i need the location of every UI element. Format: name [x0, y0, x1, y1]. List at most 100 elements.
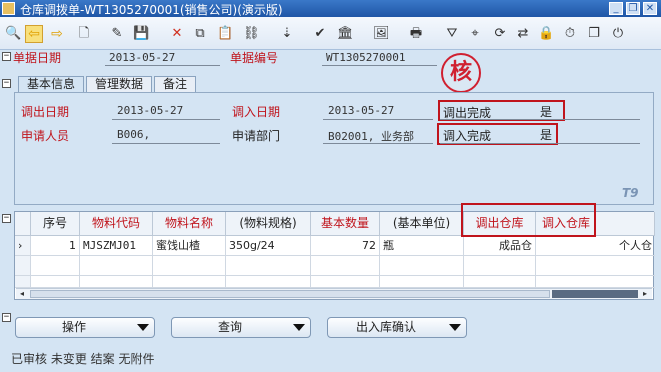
cell-in-warehouse[interactable]: 个人仓: [536, 236, 655, 256]
import-icon[interactable]: ⇣: [278, 25, 296, 43]
in-done-underline: [440, 143, 640, 144]
row-selector[interactable]: [15, 256, 31, 276]
in-date-field[interactable]: 2013-05-27: [328, 104, 394, 117]
empty-cell[interactable]: [464, 276, 536, 288]
dept-underline: [323, 143, 433, 144]
clock-icon[interactable]: ⏱: [561, 25, 579, 43]
stock-confirm-button[interactable]: 出入库确认: [327, 317, 467, 338]
paste-icon[interactable]: 📋: [216, 25, 234, 43]
empty-cell[interactable]: [226, 256, 311, 276]
tab-remarks[interactable]: 备注: [154, 76, 196, 93]
scroll-thumb[interactable]: [30, 290, 550, 298]
operate-button-label: 操作: [61, 320, 86, 334]
out-date-label: 调出日期: [21, 105, 70, 119]
brand-watermark: T9: [622, 186, 639, 200]
dept-field[interactable]: B02001, 业务部: [328, 128, 414, 144]
stock-confirm-button-label: 出入库确认: [355, 320, 416, 334]
empty-cell[interactable]: [226, 276, 311, 288]
applicant-field[interactable]: B006,: [117, 128, 150, 141]
minimize-button[interactable]: _: [609, 2, 623, 15]
empty-cell[interactable]: [536, 256, 655, 276]
delete-icon[interactable]: ✕: [168, 25, 186, 43]
empty-cell[interactable]: [311, 256, 380, 276]
grid-corner: [15, 212, 31, 236]
col-header-unit[interactable]: (基本单位): [380, 212, 464, 236]
save-icon[interactable]: 💾: [132, 25, 150, 43]
horizontal-scrollbar[interactable]: ◂ ▸: [16, 288, 652, 299]
refresh-icon[interactable]: ⟳: [491, 25, 509, 43]
tab-management-data[interactable]: 管理数据: [86, 76, 152, 93]
operate-button[interactable]: 操作: [15, 317, 155, 338]
empty-cell[interactable]: [380, 256, 464, 276]
applicant-underline: [112, 143, 220, 144]
audit-stamp: 核: [441, 53, 481, 93]
query-button[interactable]: 查询: [171, 317, 311, 338]
print-icon[interactable]: 🖶: [407, 25, 425, 43]
date-field[interactable]: 2013-05-27: [109, 51, 175, 64]
chevron-down-icon: [449, 324, 461, 331]
empty-cell[interactable]: [536, 276, 655, 288]
preview-icon[interactable]: 🔍: [4, 25, 22, 43]
header-collapse-toggle[interactable]: −: [2, 52, 11, 61]
scroll-right-icon[interactable]: ▸: [640, 290, 650, 298]
cell-seq[interactable]: 1: [31, 236, 80, 256]
out-done-underline: [440, 119, 640, 120]
empty-cell[interactable]: [311, 276, 380, 288]
col-header-spec[interactable]: (物料规格): [226, 212, 311, 236]
grid-collapse-toggle[interactable]: −: [2, 214, 11, 223]
cell-name[interactable]: 蜜饯山楂: [153, 236, 226, 256]
forward-arrow-icon[interactable]: ⇨: [48, 25, 66, 43]
back-arrow-icon[interactable]: ⇦: [25, 25, 43, 43]
row-selector[interactable]: [15, 276, 31, 288]
locate-icon[interactable]: ⌖: [466, 25, 484, 43]
number-field[interactable]: WT1305270001: [326, 51, 405, 64]
lock-icon[interactable]: 🔒: [537, 25, 555, 43]
link-icon[interactable]: ⛓: [242, 25, 260, 43]
cell-unit[interactable]: 瓶: [380, 236, 464, 256]
empty-cell[interactable]: [153, 276, 226, 288]
col-header-seq[interactable]: 序号: [31, 212, 80, 236]
cell-out-warehouse[interactable]: 成品仓: [464, 236, 536, 256]
cell-code[interactable]: MJSZMJ01: [80, 236, 153, 256]
buttons-collapse-toggle[interactable]: −: [2, 313, 11, 322]
edit-icon[interactable]: ✎: [108, 25, 126, 43]
exit-icon[interactable]: ⏻: [609, 25, 627, 43]
scroll-left-icon[interactable]: ◂: [17, 290, 27, 298]
dept-label: 申请部门: [232, 129, 281, 143]
empty-cell[interactable]: [464, 256, 536, 276]
title-bar: 仓库调拨单-WT1305270001(销售公司)(演示版) _ ❐ ✕: [0, 0, 661, 17]
tab-basic-info[interactable]: 基本信息: [18, 76, 84, 93]
chevron-down-icon: [137, 324, 149, 331]
empty-cell[interactable]: [153, 256, 226, 276]
empty-cell[interactable]: [80, 276, 153, 288]
picture-icon[interactable]: 🖼: [372, 25, 390, 43]
date-underline: [105, 65, 220, 66]
audit-icon[interactable]: 🏛: [336, 25, 354, 43]
tabs-collapse-toggle[interactable]: −: [2, 79, 11, 88]
cell-spec[interactable]: 350g/24: [226, 236, 311, 256]
copy-icon[interactable]: ⧉: [191, 25, 209, 43]
empty-cell[interactable]: [31, 256, 80, 276]
new-doc-icon[interactable]: 🗋: [75, 25, 93, 43]
copy-window-icon[interactable]: ❐: [585, 25, 603, 43]
empty-cell[interactable]: [31, 276, 80, 288]
number-underline: [322, 65, 437, 66]
warehouse-columns-highlight: [461, 203, 596, 237]
empty-cell[interactable]: [80, 256, 153, 276]
col-header-name[interactable]: 物料名称: [153, 212, 226, 236]
applicant-label: 申请人员: [21, 129, 70, 143]
chevron-down-icon: [293, 324, 305, 331]
row-selector[interactable]: ›: [15, 236, 31, 256]
check-icon[interactable]: ✔: [311, 25, 329, 43]
restore-button[interactable]: ❐: [626, 2, 640, 15]
close-button[interactable]: ✕: [643, 2, 657, 15]
exchange-icon[interactable]: ⇄: [514, 25, 532, 43]
filter-icon[interactable]: ⛛: [443, 25, 461, 43]
col-header-qty[interactable]: 基本数量: [311, 212, 380, 236]
out-date-field[interactable]: 2013-05-27: [117, 104, 183, 117]
empty-cell[interactable]: [380, 276, 464, 288]
cell-qty[interactable]: 72: [311, 236, 380, 256]
scroll-track-remaining: [552, 290, 638, 298]
number-label: 单据编号: [230, 51, 279, 65]
col-header-code[interactable]: 物料代码: [80, 212, 153, 236]
